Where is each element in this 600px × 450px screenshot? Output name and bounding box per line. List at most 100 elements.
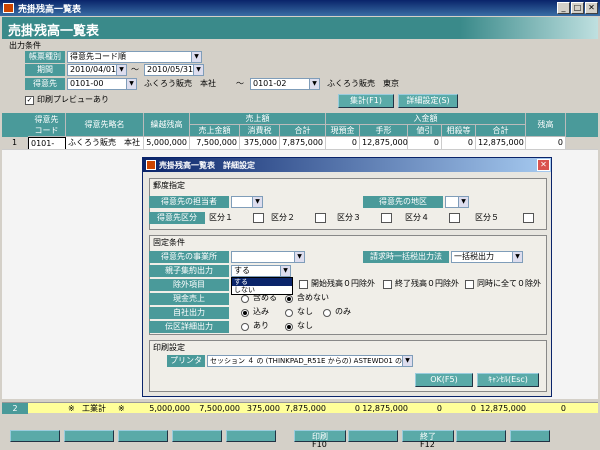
bill-method-select[interactable]: 一括税出力 ▼ bbox=[451, 251, 523, 263]
summary-name: 工業計 bbox=[82, 404, 106, 413]
customer-label: 得意先 bbox=[25, 78, 65, 90]
function-key-9-button[interactable] bbox=[456, 430, 506, 442]
cash-exclude-label: 含めない bbox=[297, 293, 329, 302]
minimize-button[interactable]: _ bbox=[557, 2, 570, 14]
grid-header-cash: 現預金 bbox=[326, 125, 360, 137]
class-label: 得意先区分 bbox=[149, 212, 205, 224]
parent-option-no[interactable]: しない bbox=[232, 286, 292, 294]
summary-discount: 0 bbox=[436, 404, 442, 413]
chevron-down-icon: ▼ bbox=[512, 252, 522, 262]
period-from-input[interactable]: 2010/04/01 ▼ bbox=[67, 64, 127, 76]
report-type-select[interactable]: 得意先コード順 ▼ bbox=[67, 51, 202, 63]
exclude-label: 除外項目 bbox=[149, 279, 229, 291]
function-key-2-button[interactable] bbox=[64, 430, 114, 442]
class-2-checkbox[interactable] bbox=[315, 213, 326, 223]
parent-option-yes[interactable]: する bbox=[232, 278, 292, 286]
slip-no-radio[interactable] bbox=[285, 323, 293, 331]
customer-tilde: 〜 bbox=[236, 79, 244, 88]
summary-balance: 0 bbox=[560, 404, 566, 413]
summary-bill: 12,875,000 bbox=[362, 404, 408, 413]
customer-to-select[interactable]: 0101-02 ▼ bbox=[250, 78, 320, 90]
grid-header-total: 合計 bbox=[280, 125, 326, 137]
summary-mark: ※ bbox=[68, 404, 75, 413]
self-include-radio[interactable] bbox=[241, 309, 249, 317]
function-key-1-button[interactable] bbox=[10, 430, 60, 442]
cash-label: 現金売上 bbox=[149, 293, 229, 305]
calc-button[interactable]: 集計(F1) bbox=[338, 94, 394, 108]
area-select[interactable]: ▼ bbox=[445, 196, 469, 208]
print-key-label: F10 bbox=[312, 440, 327, 449]
maximize-button[interactable]: □ bbox=[571, 2, 584, 14]
chevron-down-icon: ▼ bbox=[402, 356, 412, 366]
exit-key-label: F12 bbox=[420, 440, 435, 449]
cash-include-radio[interactable] bbox=[241, 295, 249, 303]
summary-rtotal: 12,875,000 bbox=[480, 404, 526, 413]
dialog-app-icon bbox=[146, 160, 156, 170]
header-gradient bbox=[460, 17, 598, 39]
customer-from-name: ふくろう販売 本社 bbox=[144, 79, 216, 88]
function-key-3-button[interactable] bbox=[118, 430, 168, 442]
self-none-label: なし bbox=[297, 307, 313, 316]
ok-button[interactable]: OK(F5) bbox=[415, 373, 473, 387]
customer-from-select[interactable]: 0101-00 ▼ bbox=[67, 78, 137, 90]
summary-cash: 0 bbox=[354, 404, 360, 413]
period-to-input[interactable]: 2010/05/31 ▼ bbox=[144, 64, 204, 76]
exclude-all-label: 同時に全て０除外 bbox=[477, 279, 541, 288]
page-title: 売掛残高一覧表 bbox=[6, 17, 241, 39]
function-key-10-button[interactable] bbox=[510, 430, 550, 442]
summary-carry: 5,000,000 bbox=[149, 404, 190, 413]
chevron-down-icon: ▼ bbox=[193, 65, 203, 75]
class-1-checkbox[interactable] bbox=[253, 213, 264, 223]
self-include-label: 込み bbox=[253, 307, 269, 316]
exclude-start-label: 開始残高０円除外 bbox=[311, 279, 375, 288]
window-title-bar: 売掛残高一覧表 bbox=[0, 0, 600, 16]
dialog-close-button[interactable]: ✕ bbox=[537, 159, 550, 171]
function-key-7-button[interactable] bbox=[348, 430, 398, 442]
class-5-checkbox[interactable] bbox=[523, 213, 534, 223]
chevron-down-icon: ▼ bbox=[116, 65, 126, 75]
summary-total: 7,875,000 bbox=[285, 404, 326, 413]
table-row[interactable]: 1 0101-00 ふくろう販売 本社 5,000,000 7,500,000 … bbox=[2, 137, 598, 163]
chevron-down-icon: ▼ bbox=[252, 197, 262, 207]
report-type-label: 帳票種別 bbox=[25, 51, 65, 63]
function-key-5-button[interactable] bbox=[226, 430, 276, 442]
summary-row-number: 2 bbox=[2, 403, 28, 414]
slip-yes-radio[interactable] bbox=[241, 323, 249, 331]
class-3-label: 区分３ bbox=[337, 213, 361, 222]
summary-row: 2 ※ 工業計 ※ 5,000,000 7,500,000 375,000 7,… bbox=[2, 402, 598, 414]
exclude-end-checkbox[interactable] bbox=[383, 280, 392, 289]
period-label: 期間 bbox=[25, 64, 65, 76]
class-4-checkbox[interactable] bbox=[449, 213, 460, 223]
summary-mark2: ※ bbox=[118, 404, 125, 413]
summary-offset: 0 bbox=[470, 404, 476, 413]
detail-settings-button[interactable]: 詳細設定(S) bbox=[398, 94, 458, 108]
window-title: 売掛残高一覧表 bbox=[18, 5, 82, 15]
class-3-checkbox[interactable] bbox=[381, 213, 392, 223]
function-key-4-button[interactable] bbox=[172, 430, 222, 442]
class-2-label: 区分２ bbox=[271, 213, 295, 222]
office-label: 得意先の事業所 bbox=[149, 251, 229, 263]
cash-exclude-radio[interactable] bbox=[285, 295, 293, 303]
parent-select[interactable]: する ▼ bbox=[231, 265, 291, 277]
cancel-button[interactable]: ｷｬﾝｾﾙ(Esc) bbox=[477, 373, 539, 387]
app-icon bbox=[3, 3, 14, 13]
exclude-end-label: 終了残高０円除外 bbox=[395, 279, 459, 288]
close-window-button[interactable]: ✕ bbox=[585, 2, 598, 14]
exclude-start-checkbox[interactable] bbox=[299, 280, 308, 289]
rep-select[interactable]: ▼ bbox=[231, 196, 263, 208]
grid-header-offset: 相殺等 bbox=[442, 125, 476, 137]
grid-header-sales: 売上金額 bbox=[190, 125, 240, 137]
self-none-radio[interactable] bbox=[285, 309, 293, 317]
preview-checkbox[interactable]: ✓ bbox=[25, 96, 34, 105]
class-5-label: 区分５ bbox=[475, 213, 499, 222]
exclude-all-checkbox[interactable] bbox=[465, 280, 474, 289]
group-fixed-title: 固定条件 bbox=[153, 238, 185, 247]
group-print-title: 印刷設定 bbox=[153, 343, 185, 352]
grid-header-rtotal: 合計 bbox=[476, 125, 526, 137]
chevron-down-icon: ▼ bbox=[458, 197, 468, 207]
self-only-radio[interactable] bbox=[323, 309, 331, 317]
bill-method-label: 請求時一括税出力法 bbox=[363, 251, 449, 263]
grid-header-name: 得意先略名 bbox=[66, 113, 144, 137]
printer-select[interactable]: セッション ４ の (THINKPAD_R51E からの) ASTEWD01 の… bbox=[207, 355, 413, 367]
office-select[interactable]: ▼ bbox=[231, 251, 305, 263]
